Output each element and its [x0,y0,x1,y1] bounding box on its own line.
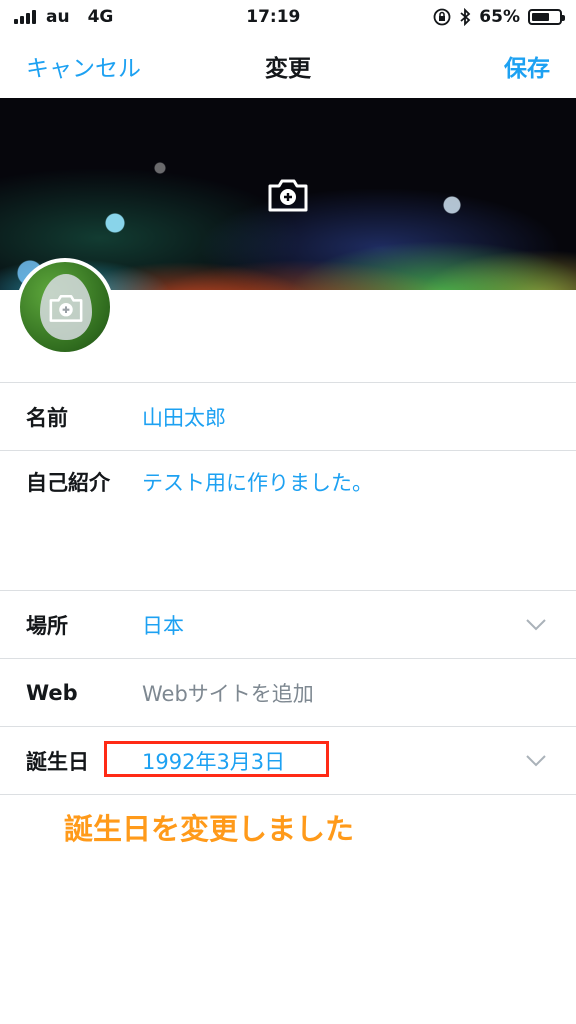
battery-level [531,13,549,21]
battery-percent: 65% [479,7,520,27]
header-image[interactable] [0,98,576,290]
nav-bar: キャンセル 変更 保存 [0,34,576,98]
location-label: 場所 [26,613,68,638]
bluetooth-icon [460,8,471,26]
highlight-box [104,741,329,777]
location-row[interactable]: 場所 日本 [0,590,576,658]
status-bar-right: 65% [433,7,565,27]
camera-plus-icon[interactable] [47,292,85,324]
camera-plus-icon[interactable] [266,176,310,214]
avatar[interactable] [16,258,114,356]
cancel-button[interactable]: キャンセル [26,49,141,83]
carrier-label: au [46,7,70,27]
web-field[interactable]: Webサイトを追加 [142,678,314,708]
signal-icon [14,10,36,24]
name-row[interactable]: 名前 山田太郎 [0,382,576,450]
battery-icon [527,9,565,25]
profile-form: 名前 山田太郎 自己紹介 テスト用に作りました。 場所 日本 Web Webサイ… [0,382,576,795]
name-field[interactable]: 山田太郎 [142,402,226,432]
clock: 17:19 [246,7,301,27]
status-bar: au 4G 17:19 65% [0,0,576,34]
chevron-down-icon[interactable] [526,754,546,767]
rotation-lock-icon [433,8,451,26]
name-label: 名前 [26,405,68,430]
annotation-text: 誕生日を変更しました [64,812,355,846]
web-label: Web [26,680,78,705]
network-label: 4G [87,7,114,27]
bio-label: 自己紹介 [26,471,110,495]
bio-row[interactable]: 自己紹介 テスト用に作りました。 [0,450,576,590]
save-button[interactable]: 保存 [504,49,550,83]
status-bar-left: au 4G [14,7,113,27]
web-row[interactable]: Web Webサイトを追加 [0,658,576,726]
chevron-down-icon[interactable] [526,618,546,631]
bio-field[interactable]: テスト用に作りました。 [142,467,373,497]
location-field[interactable]: 日本 [142,610,184,640]
